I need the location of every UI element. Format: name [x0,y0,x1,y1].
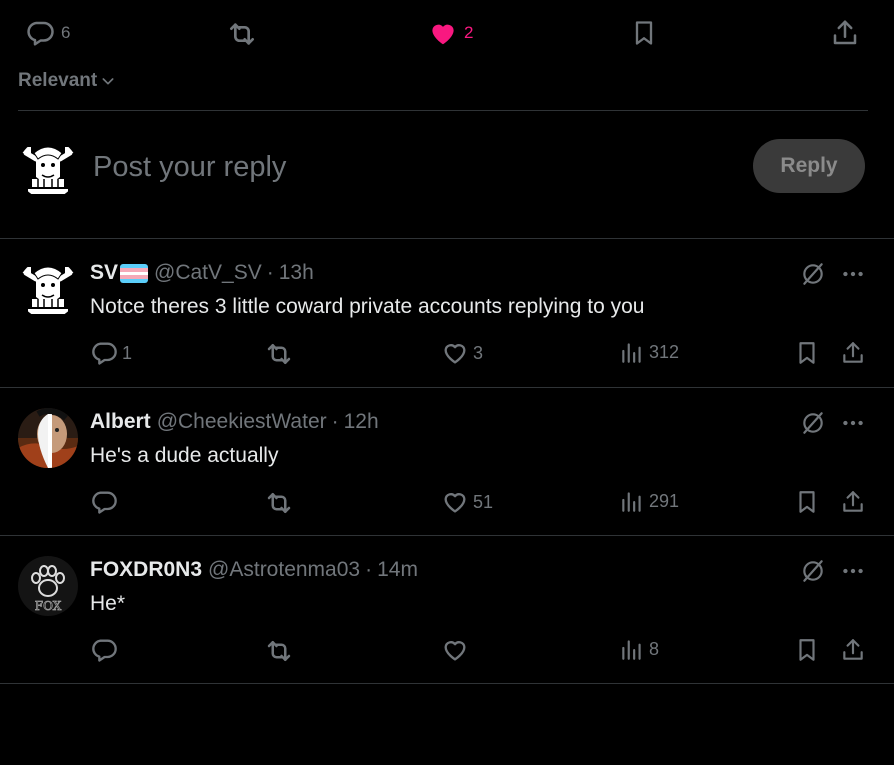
bookmark-icon [794,636,820,664]
views-action[interactable]: 312 [619,339,679,365]
user-avatar [18,139,78,199]
post-time[interactable]: 13h [279,261,314,285]
reply-count: 1 [122,342,133,363]
heart-filled-icon [428,18,458,48]
repost-action[interactable] [264,339,294,369]
post-header: SV @CatV_SV · 13h [90,261,314,285]
post-time[interactable]: 14m [377,558,418,582]
share-icon [840,488,866,516]
user-handle[interactable]: @CheekiestWater [157,410,327,434]
speech-bubble-icon [90,488,118,516]
like-count: 51 [473,491,494,512]
share-action[interactable] [840,488,866,516]
heart-icon [441,636,469,664]
reply-post[interactable]: Albert @CheekiestWater · 12h He's a dude… [0,388,894,536]
sort-label: Relevant [18,70,98,91]
like-count: 3 [473,342,484,363]
separator-dot: · [266,261,274,284]
share-action[interactable] [830,18,860,48]
avatar-fox-text: FOX [35,599,62,613]
post-actions: 51 291 [0,488,894,520]
reply-post[interactable]: FOX FOXDR0N3 @Astrotenma03 · 14m He* 8 [0,536,894,684]
post-avatar[interactable]: FOX [18,556,78,616]
reply-action[interactable] [90,636,122,664]
views-action[interactable]: 8 [619,636,659,662]
repost-icon [264,339,294,369]
repost-icon [264,636,294,666]
more-options-icon[interactable] [840,410,866,441]
share-action[interactable] [840,636,866,664]
post-actions: 8 [0,636,894,668]
bookmark-action[interactable] [630,18,658,48]
repost-action[interactable] [264,488,294,518]
post-avatar[interactable] [18,408,78,468]
chevron-down-icon [100,73,116,89]
repost-icon [264,488,294,518]
repost-action[interactable] [226,18,258,50]
display-name[interactable]: SV [90,261,118,285]
view-count: 8 [649,638,660,659]
bookmark-icon [794,488,820,516]
reply-action[interactable]: 6 [25,18,70,48]
reply-action[interactable]: 1 [90,339,132,367]
display-name[interactable]: FOXDR0N3 [90,558,202,582]
view-count: 312 [649,341,680,362]
more-options-icon[interactable] [840,261,866,292]
post-text: Notce theres 3 little coward private acc… [90,295,645,318]
more-options-icon[interactable] [840,558,866,589]
views-action[interactable]: 291 [619,488,679,514]
post-avatar[interactable] [18,259,78,319]
post-text: He* [90,592,126,615]
heart-icon [441,488,469,516]
post-actions: 1 3 312 [0,339,894,371]
user-handle[interactable]: @Astrotenma03 [208,558,360,582]
separator-dot: · [365,558,373,581]
user-handle[interactable]: @CatV_SV [154,261,262,285]
like-action[interactable]: 51 [441,488,493,516]
like-count: 2 [464,23,474,42]
reply-input[interactable] [93,147,693,187]
reply-action[interactable] [90,488,122,516]
repost-action[interactable] [264,636,294,666]
share-action[interactable] [840,339,866,367]
speech-bubble-icon [90,636,118,664]
bookmark-action[interactable] [794,636,820,664]
tweet-action-bar: 6 2 [0,0,894,66]
grok-icon[interactable] [800,410,826,436]
divider [0,683,894,684]
speech-bubble-icon [90,339,118,367]
share-icon [840,636,866,664]
bookmark-icon [630,18,658,48]
view-count: 291 [649,490,680,511]
repost-icon [226,18,258,50]
bar-chart-icon [619,636,645,662]
reply-count: 6 [61,23,71,42]
like-action[interactable] [441,636,473,664]
post-text: He's a dude actually [90,444,279,467]
reply-button[interactable]: Reply [753,139,865,193]
reply-sort-dropdown[interactable]: Relevant [18,70,116,92]
display-name[interactable]: Albert [90,410,151,434]
post-header: FOXDR0N3 @Astrotenma03 · 14m [90,558,418,582]
speech-bubble-icon [25,18,55,48]
grok-icon[interactable] [800,558,826,584]
separator-dot: · [331,410,339,433]
trans-flag-emoji [120,263,149,283]
reply-composer: Reply [0,111,894,238]
bookmark-action[interactable] [794,339,820,367]
grok-icon[interactable] [800,261,826,287]
share-icon [840,339,866,367]
post-header: Albert @CheekiestWater · 12h [90,410,379,434]
share-icon [830,18,860,48]
bookmark-action[interactable] [794,488,820,516]
heart-icon [441,339,469,367]
post-time[interactable]: 12h [344,410,379,434]
bar-chart-icon [619,339,645,365]
bookmark-icon [794,339,820,367]
like-action[interactable]: 2 [428,18,473,48]
like-action[interactable]: 3 [441,339,483,367]
reply-post[interactable]: SV @CatV_SV · 13h Notce theres 3 little … [0,239,894,387]
bar-chart-icon [619,488,645,514]
